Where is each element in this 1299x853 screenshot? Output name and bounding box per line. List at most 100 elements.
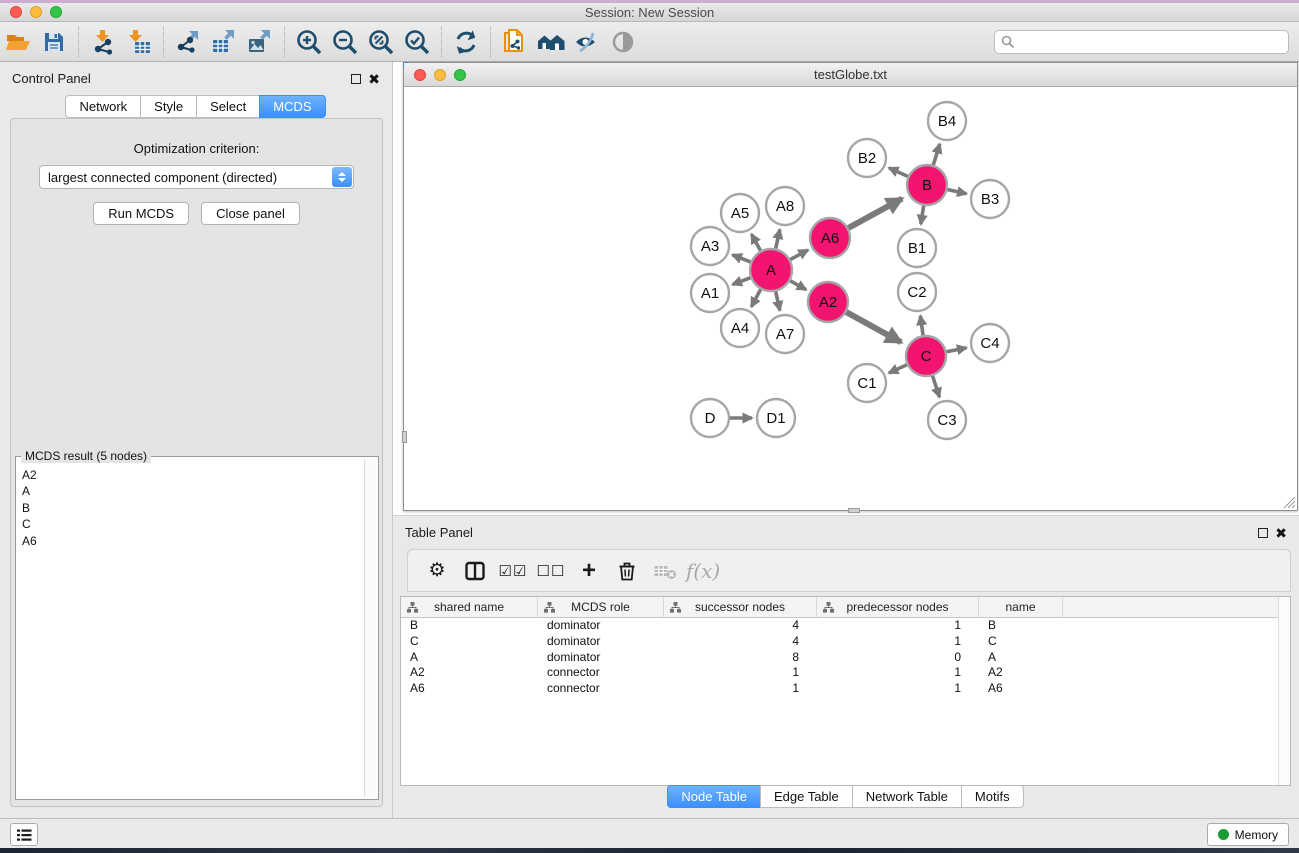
delete-table-button[interactable] [648, 554, 682, 588]
refresh-button[interactable] [448, 25, 484, 59]
network-view-window[interactable]: testGlobe.txt [403, 62, 1298, 511]
graph-edge-C-C4[interactable] [944, 348, 967, 353]
result-item[interactable]: C [22, 516, 362, 532]
zoom-fit-button[interactable] [363, 25, 399, 59]
table-row[interactable]: Adominator80A [401, 650, 1290, 666]
float-table-panel-icon[interactable] [1258, 528, 1268, 538]
graph-edge-A2-C[interactable] [844, 311, 901, 343]
cell-predecessor-nodes: 1 [817, 681, 979, 697]
graph-edge-A-A6[interactable] [788, 250, 808, 261]
graph-node-label: A8 [776, 198, 794, 215]
close-panel-icon[interactable]: ✖ [368, 74, 380, 84]
graph-edge-B-B2[interactable] [889, 168, 911, 178]
graph-node-label: C2 [907, 284, 926, 301]
close-panel-button[interactable]: Close panel [201, 202, 300, 225]
column-header-shared-name[interactable]: shared name [401, 597, 538, 617]
close-table-panel-icon[interactable]: ✖ [1275, 528, 1287, 538]
show-graphics-details-button[interactable] [605, 25, 641, 59]
column-header-predecessor-nodes[interactable]: predecessor nodes [817, 597, 979, 617]
column-header-MCDS-role[interactable]: MCDS role [538, 597, 664, 617]
main-titlebar[interactable]: Session: New Session [0, 3, 1299, 22]
new-network-button[interactable] [497, 25, 533, 59]
memory-button[interactable]: Memory [1207, 823, 1289, 846]
graph-edge-B-B3[interactable] [945, 189, 967, 194]
zoom-selected-button[interactable] [399, 25, 435, 59]
graph-edge-C-C1[interactable] [889, 363, 910, 373]
save-session-button[interactable] [36, 25, 72, 59]
graph-edge-A-A3[interactable] [732, 255, 753, 263]
refresh-icon [452, 28, 480, 56]
function-builder-button[interactable]: f(x) [686, 554, 720, 588]
tab-edge-table[interactable]: Edge Table [760, 785, 853, 808]
graph-edge-A-A5[interactable] [751, 234, 761, 253]
criterion-dropdown[interactable]: largest connected component (directed) [39, 165, 354, 189]
graph-node-label: C4 [980, 335, 999, 352]
result-item[interactable]: B [22, 500, 362, 516]
add-column-button[interactable]: + [572, 554, 606, 588]
table-row[interactable]: A6connector11A6 [401, 681, 1290, 697]
table-row[interactable]: Bdominator41B [401, 618, 1290, 634]
run-mcds-button[interactable]: Run MCDS [93, 202, 189, 225]
deselect-all-button[interactable]: ☐☐ [534, 554, 568, 588]
export-image-button[interactable] [242, 25, 278, 59]
graph-edge-A-A1[interactable] [732, 277, 753, 285]
cell-MCDS-role: dominator [538, 650, 664, 666]
delete-button[interactable] [610, 554, 644, 588]
export-table-button[interactable] [206, 25, 242, 59]
table-panel-title: Table Panel [405, 525, 473, 540]
result-item[interactable]: A2 [22, 467, 362, 483]
export-network-icon [175, 29, 201, 55]
tab-node-table[interactable]: Node Table [667, 785, 761, 808]
table-scrollbar[interactable] [1278, 597, 1290, 785]
window-title: Session: New Session [0, 5, 1299, 20]
select-all-button[interactable]: ☑☑ [496, 554, 530, 588]
hide-graphics-details-button[interactable] [569, 25, 605, 59]
open-session-button[interactable] [0, 25, 36, 59]
zoom-out-button[interactable] [327, 25, 363, 59]
table-settings-button[interactable]: ⚙ [420, 554, 454, 588]
export-table-icon [211, 29, 237, 55]
tab-network-table[interactable]: Network Table [852, 785, 962, 808]
resize-grip-icon[interactable] [1282, 495, 1296, 509]
graph-edge-C-C2[interactable] [920, 316, 923, 338]
graph-edge-A6-B[interactable] [846, 199, 902, 230]
tab-select[interactable]: Select [196, 95, 260, 118]
column-header-successor-nodes[interactable]: successor nodes [664, 597, 817, 617]
home-layout-button[interactable] [533, 25, 569, 59]
tab-network[interactable]: Network [65, 95, 141, 118]
export-network-button[interactable] [170, 25, 206, 59]
columns-icon [464, 560, 486, 582]
network-graph[interactable]: B4B2BB3A5A8A6A3AA1B1C2A2A4A7CC4C1C3DD1 [404, 87, 1297, 510]
graph-edge-A-A8[interactable] [775, 229, 780, 251]
import-network-button[interactable] [85, 25, 121, 59]
network-window-title: testGlobe.txt [404, 67, 1297, 82]
left-resize-grip[interactable] [402, 431, 407, 443]
result-item[interactable]: A [22, 483, 362, 499]
network-canvas[interactable]: B4B2BB3A5A8A6A3AA1B1C2A2A4A7CC4C1C3DD1 [404, 87, 1297, 510]
graph-edge-A-A4[interactable] [751, 287, 762, 307]
graph-edge-A-A7[interactable] [775, 289, 780, 311]
cell-successor-nodes: 1 [664, 681, 817, 697]
network-window-titlebar[interactable]: testGlobe.txt [404, 63, 1297, 87]
graph-edge-B-B1[interactable] [921, 203, 924, 224]
zoom-in-button[interactable] [291, 25, 327, 59]
result-scrollbar[interactable] [364, 459, 376, 797]
optimization-criterion-label: Optimization criterion: [11, 141, 382, 156]
graph-edge-C-C3[interactable] [932, 373, 940, 397]
tab-style[interactable]: Style [140, 95, 197, 118]
graph-edge-B-B4[interactable] [932, 144, 939, 168]
table-row[interactable]: A2connector11A2 [401, 665, 1290, 681]
column-header-name[interactable]: name [979, 597, 1063, 617]
tab-mcds[interactable]: MCDS [259, 95, 325, 118]
task-history-button[interactable] [10, 823, 38, 846]
float-panel-icon[interactable] [351, 74, 361, 84]
show-columns-button[interactable] [458, 554, 492, 588]
result-item[interactable]: A6 [22, 533, 362, 549]
search-input[interactable] [994, 30, 1289, 54]
tab-motifs[interactable]: Motifs [961, 785, 1024, 808]
import-table-button[interactable] [121, 25, 157, 59]
table-row[interactable]: Cdominator41C [401, 634, 1290, 650]
bottom-resize-grip[interactable] [848, 508, 860, 513]
cell-name: A [979, 650, 1063, 666]
toolbar-separator [163, 27, 164, 57]
